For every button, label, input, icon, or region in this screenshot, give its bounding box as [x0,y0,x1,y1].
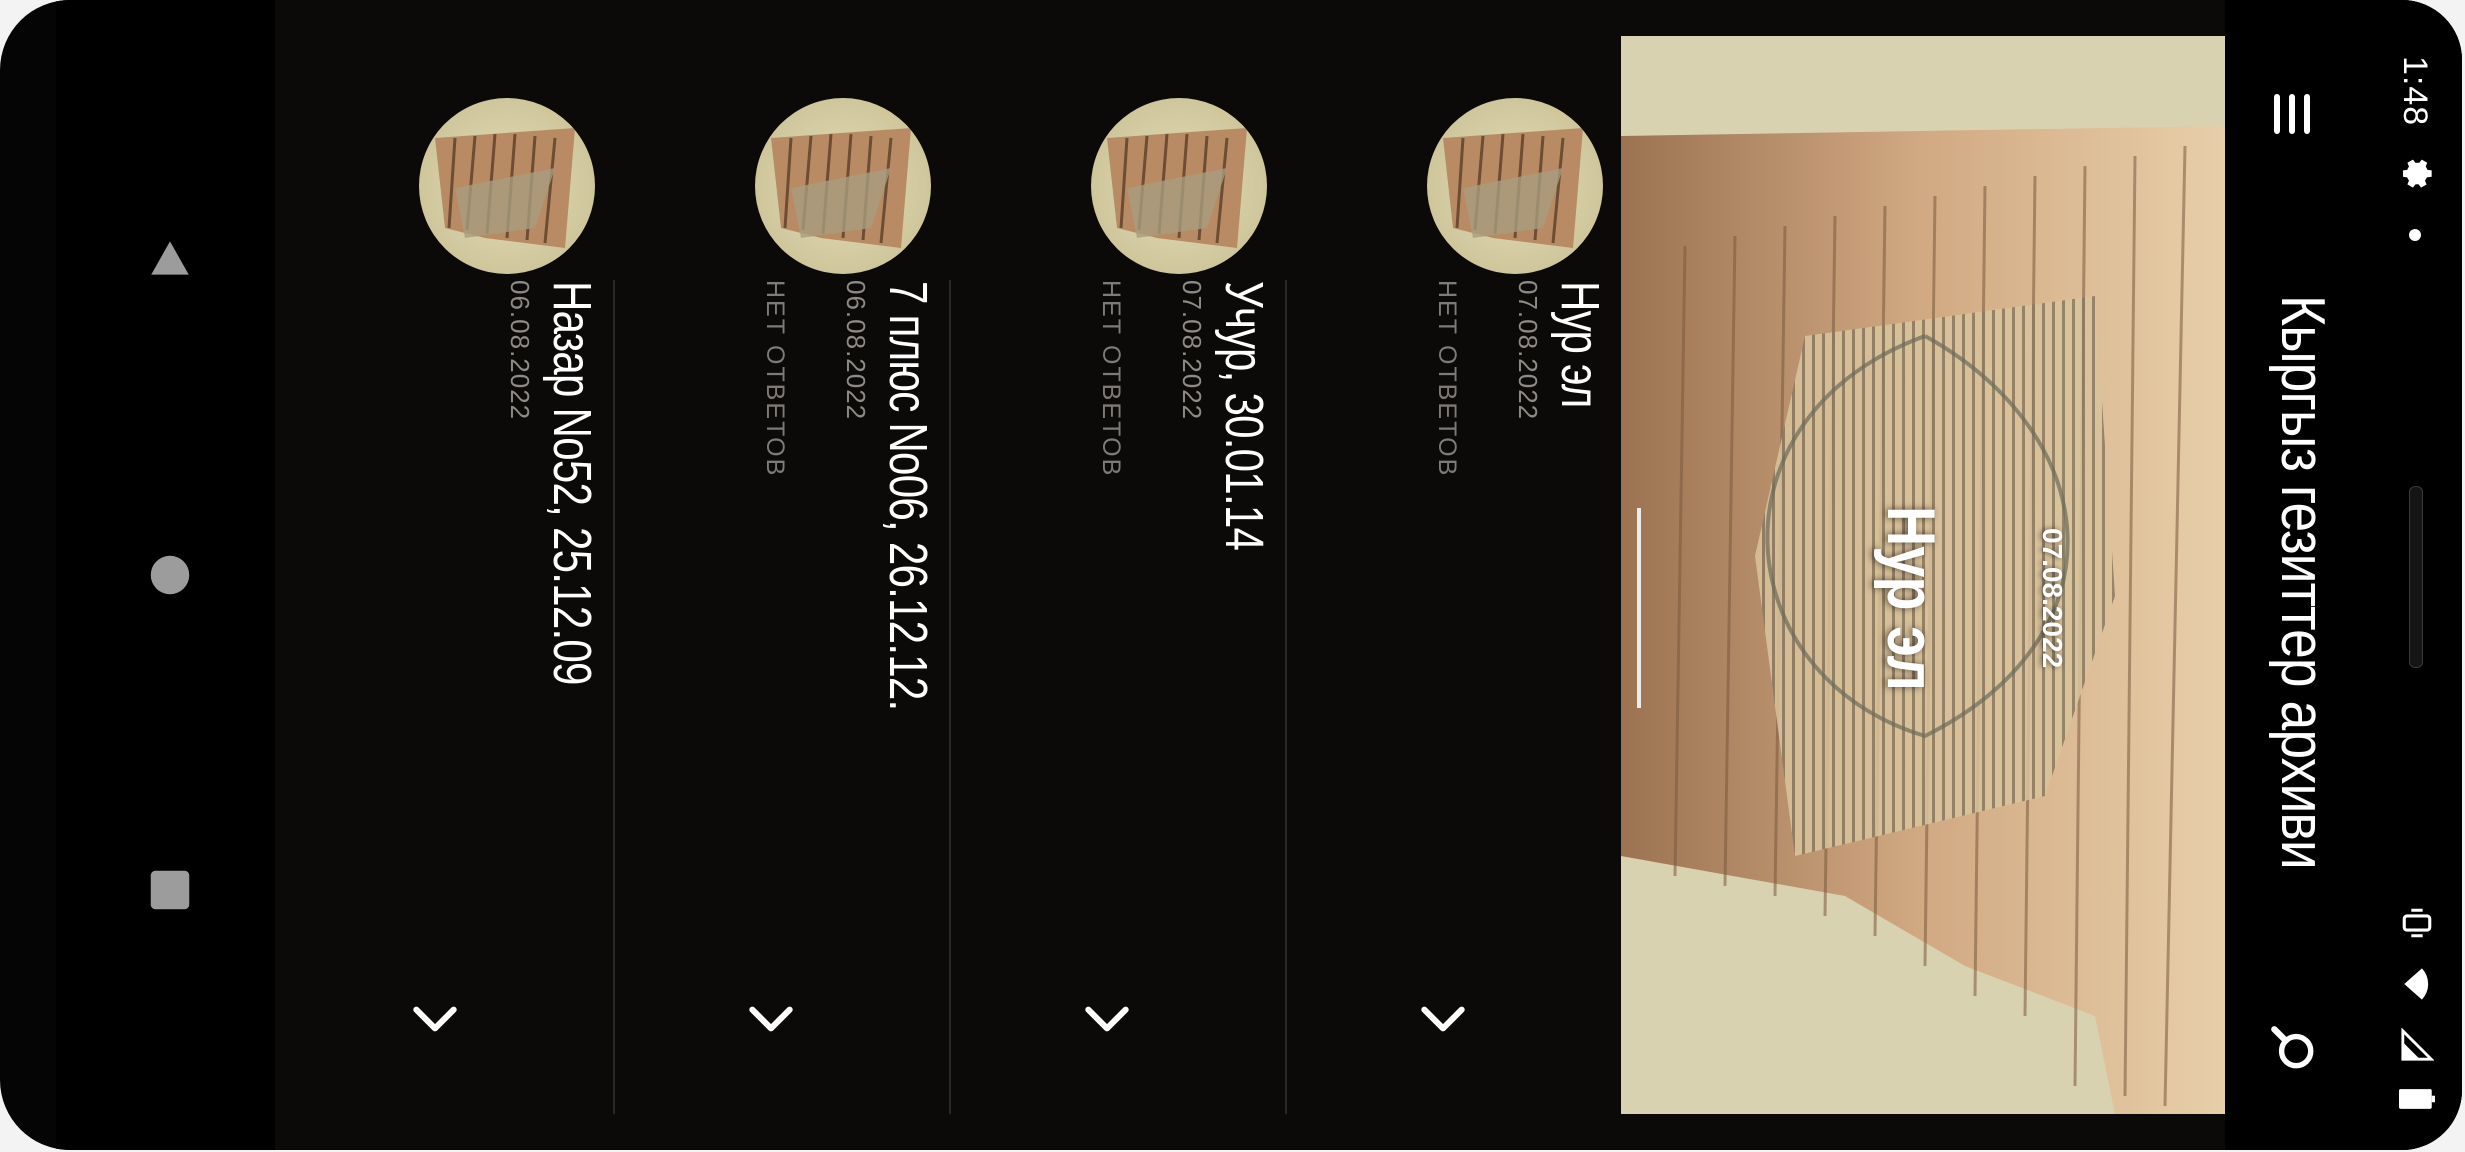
article-replies: НЕТ ОТВЕТОВ [1097,280,1125,478]
battery-icon [2395,1088,2436,1110]
chevron-down-icon[interactable] [1415,991,1471,1047]
device-background: 1:48 Кыргыз гезиттер архиви Нур эл 07.08… [0,0,2465,1152]
hamburger-menu-icon[interactable] [2254,76,2330,152]
chevron-down-icon[interactable] [407,991,463,1047]
article-replies: НЕТ ОТВЕТОВ [1433,280,1461,478]
carousel-indicator [1637,508,1641,708]
article-list: Нур эл 07.08.2022 НЕТ ОТВЕТОВ Учур, 30.0… [275,36,1621,1114]
wifi-icon [2396,966,2435,1002]
chevron-down-icon[interactable] [743,991,799,1047]
list-item[interactable]: Нур эл 07.08.2022 НЕТ ОТВЕТОВ [1285,36,1621,1114]
search-icon[interactable] [2254,1010,2330,1086]
recents-icon[interactable] [125,845,215,935]
article-date: 07.08.2022 [1177,280,1207,421]
featured-article-card[interactable]: Нур эл 07.08.2022 [1621,36,2225,1114]
featured-date: 07.08.2022 [2037,528,2068,669]
home-icon[interactable] [125,530,215,620]
gear-icon [2360,152,2462,192]
article-thumbnail [1091,98,1267,274]
signal-icon [2396,1027,2436,1062]
article-thumbnail [1427,98,1603,274]
status-time: 1:48 [2396,56,2435,127]
divider [613,280,615,1114]
article-title: Учур, 30.01.14 [1214,281,1274,551]
article-date: 07.08.2022 [1513,280,1543,421]
screen: 1:48 Кыргыз гезиттер архиви Нур эл 07.08… [56,0,2462,1150]
app-title: Кыргыз гезиттер архиви [2268,295,2337,869]
hardware-side-button [2409,486,2423,668]
list-item[interactable]: 7 плюс No06, 26.12.12. 06.08.2022 НЕТ ОТ… [613,36,949,1114]
list-item[interactable]: Назар No52, 25.12.09 06.08.2022 [277,36,613,1114]
chevron-down-icon[interactable] [1079,991,1135,1047]
vibrate-icon [2396,906,2435,940]
article-title: 7 плюс No06, 26.12.12. [878,281,938,711]
navigation-bar [56,0,275,1150]
divider [949,280,951,1114]
article-date: 06.08.2022 [841,280,871,421]
article-date: 06.08.2022 [505,280,535,421]
featured-title: Нур эл [1873,506,1949,691]
article-replies: НЕТ ОТВЕТОВ [761,280,789,478]
article-title: Нур эл [1550,281,1610,408]
status-right-icons [2360,906,2462,1110]
phone-frame: 1:48 Кыргыз гезиттер архиви Нур эл 07.08… [0,0,2462,1150]
article-thumbnail [755,98,931,274]
list-item[interactable]: Учур, 30.01.14 07.08.2022 НЕТ ОТВЕТОВ [949,36,1285,1114]
back-icon[interactable] [125,213,215,303]
notification-dot-icon [2360,228,2462,242]
article-title: Назар No52, 25.12.09 [542,281,602,685]
app-bar: Кыргыз гезиттер архиви [2225,0,2360,1150]
article-thumbnail [419,98,595,274]
divider [1285,280,1287,1114]
